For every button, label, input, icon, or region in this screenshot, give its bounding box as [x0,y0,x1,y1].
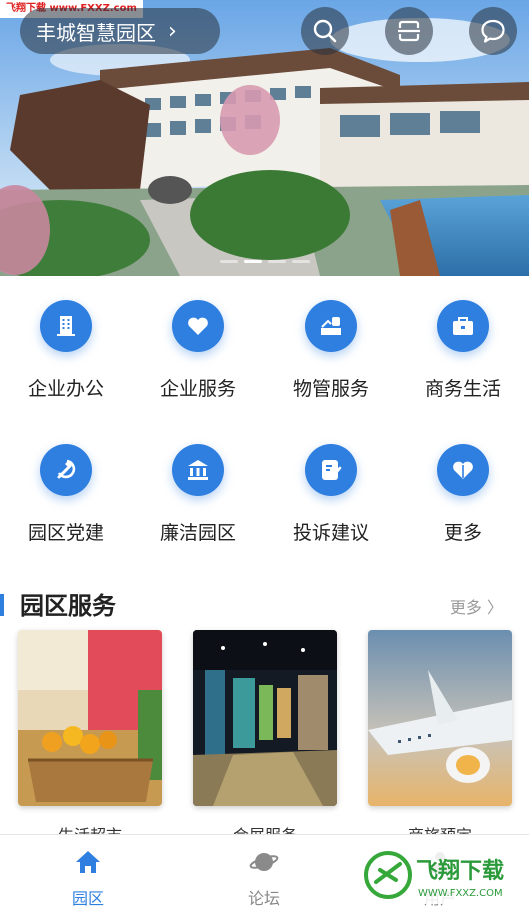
grid-item-enterprise-service[interactable]: 企业服务 [132,276,264,416]
grid-item-label: 园区党建 [27,522,104,544]
building-icon [40,300,92,352]
carousel-dot[interactable] [268,260,286,263]
nav-tab-park[interactable]: 园区 [0,835,176,910]
hero-banner[interactable]: 飞翔下载 www.FXXZ.com 丰城智慧园区 › [0,0,529,276]
search-icon [313,19,337,43]
logo-text: 飞翔下载 [416,858,504,884]
service-cards: 生活超市 会展服务 商旅预定 [0,630,529,845]
location-selector[interactable]: 丰城智慧园区 › [20,8,220,54]
location-name: 丰城智慧园区 [36,20,156,45]
home-icon [73,847,103,877]
grid-item-clean-park[interactable]: 廉洁园区 [132,420,264,560]
search-button[interactable] [301,7,349,55]
section-accent-bar [0,594,4,616]
nav-tab-forum[interactable]: 论坛 [176,835,352,910]
app-root: 飞翔下载 www.FXXZ.com 丰城智慧园区 › [0,0,529,910]
section-title: 园区服务 [20,592,116,620]
grid-item-enterprise-office[interactable]: 企业办公 [0,276,132,416]
grid-item-label: 物管服务 [292,378,369,400]
supermarket-image [18,630,162,806]
grid-item-label: 企业服务 [159,378,236,400]
scan-icon [398,20,420,42]
travel-image [368,630,512,806]
grid-item-more[interactable]: 更多 [397,420,529,560]
chevron-right-icon: › [168,18,177,44]
message-button[interactable] [469,7,517,55]
grid-item-business-life[interactable]: 商务生活 [397,276,529,416]
logo-url: WWW.FXXZ.COM [418,888,503,899]
grid-item-label: 商务生活 [424,378,501,400]
card-exhibition[interactable] [193,630,337,806]
grid-item-party-building[interactable]: 园区党建 [0,420,132,560]
message-icon [481,19,505,43]
more-link[interactable]: 更多 〉 [450,594,503,618]
bank-icon [172,444,224,496]
nav-label: 园区 [71,889,104,908]
carousel-dot-active[interactable] [244,260,262,263]
fxxz-logo: 飞翔下载 WWW.FXXZ.COM [362,846,522,904]
party-icon [40,444,92,496]
exhibition-image [193,630,337,806]
grid-item-property-service[interactable]: 物管服务 [265,276,397,416]
carousel-indicator [220,260,310,263]
planet-icon [249,847,279,877]
carousel-dot[interactable] [292,260,310,263]
grid-item-label: 廉洁园区 [159,522,236,544]
carousel-dot[interactable] [220,260,238,263]
services-section-header: 园区服务 更多 〉 [0,582,529,626]
grid-item-label: 企业办公 [27,378,104,400]
grid-item-complaint-suggestion[interactable]: 投诉建议 [265,420,397,560]
scan-button[interactable] [385,7,433,55]
feature-grid: 企业办公 企业服务 物管服务 商务生活 园区党建 廉洁园区 投诉建议 更多 [0,276,529,566]
property-icon [305,300,357,352]
more-heart-icon [437,444,489,496]
card-travel[interactable] [368,630,512,806]
nav-label: 论坛 [247,889,280,908]
briefcase-icon [437,300,489,352]
card-supermarket[interactable] [18,630,162,806]
grid-item-label: 投诉建议 [292,522,369,544]
grid-item-label: 更多 [443,522,482,544]
heart-icon [172,300,224,352]
feedback-icon [305,444,357,496]
